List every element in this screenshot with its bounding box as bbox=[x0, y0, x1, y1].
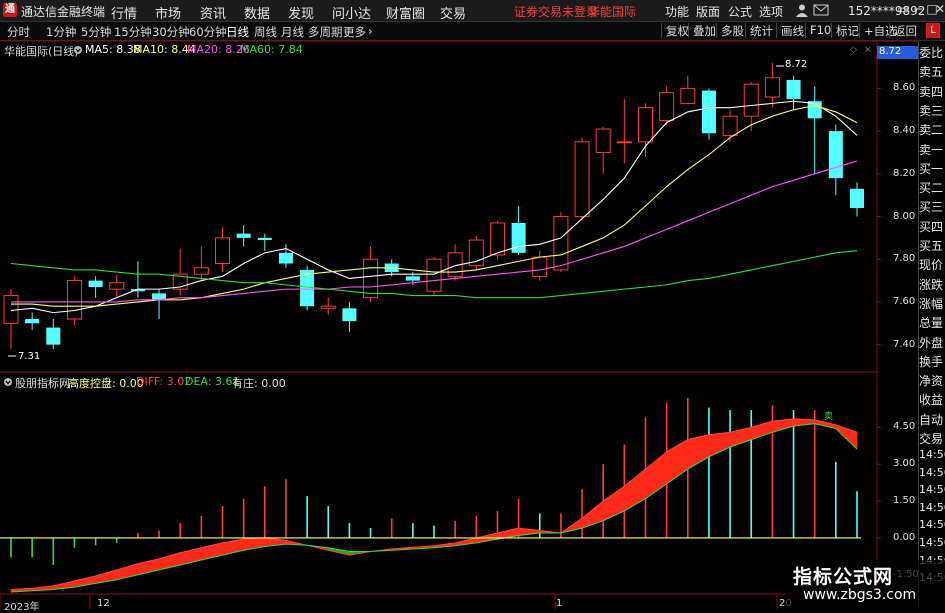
indicator-axis-label: 3.00 bbox=[893, 458, 916, 470]
right-panel-item[interactable]: 涨跌 bbox=[919, 276, 945, 293]
right-panel-item[interactable]: 14:56 bbox=[919, 466, 945, 479]
candle-body bbox=[278, 252, 293, 264]
indicator-axis-label: 1.50 bbox=[893, 495, 916, 507]
right-panel-item[interactable]: 卖五 bbox=[919, 63, 945, 80]
candle-body bbox=[109, 282, 125, 290]
right-panel-item[interactable]: 净资 bbox=[919, 372, 945, 389]
right-panel-item[interactable]: 总量 bbox=[919, 314, 945, 331]
price-axis-label: 7.60 bbox=[893, 295, 916, 307]
price-axis-label: 8.20 bbox=[893, 167, 916, 179]
price-axis-label: 8.60 bbox=[893, 82, 916, 94]
price-axis-label: 7.40 bbox=[893, 338, 916, 350]
indicator-chart bbox=[0, 397, 861, 593]
candle-body bbox=[25, 319, 40, 324]
price-axis-label: 7.80 bbox=[893, 253, 916, 265]
sell-signal-label: 卖 bbox=[824, 412, 834, 422]
candle-body bbox=[88, 280, 103, 287]
candle-body bbox=[215, 237, 230, 265]
candle-body bbox=[193, 267, 209, 275]
watermark-title: 指标公式网 bbox=[793, 566, 894, 588]
candle-body bbox=[764, 77, 780, 98]
date-label-jan: 1 bbox=[556, 598, 563, 609]
right-panel-item[interactable]: 自动 bbox=[919, 411, 945, 428]
date-label-dec: 12 bbox=[97, 598, 110, 609]
candle-body bbox=[257, 237, 272, 241]
candle-body bbox=[850, 188, 864, 208]
right-panel-item[interactable]: 收益 bbox=[919, 391, 945, 408]
candle-body bbox=[828, 131, 843, 179]
candle-body bbox=[553, 216, 569, 271]
chart-canvas[interactable]: ◇ × bbox=[0, 0, 945, 609]
pane-close-icon: × bbox=[864, 45, 872, 55]
candle-body bbox=[722, 115, 738, 136]
candle-body bbox=[532, 256, 548, 277]
candle-body bbox=[659, 92, 675, 121]
macd-ribbon-segment bbox=[687, 434, 710, 470]
candle-body bbox=[743, 83, 759, 117]
right-panel-item[interactable]: 买四 bbox=[919, 218, 945, 235]
candle-body bbox=[3, 295, 19, 324]
right-panel-item[interactable]: 买五 bbox=[919, 237, 945, 254]
candle-body bbox=[786, 79, 801, 100]
price-axis-label: 8.40 bbox=[893, 125, 916, 137]
candle-body bbox=[363, 258, 379, 299]
date-label-2023: 2023年 bbox=[4, 602, 40, 613]
right-panel-item[interactable]: 委比 bbox=[919, 44, 945, 61]
right-panel-item[interactable]: 14:56 bbox=[919, 483, 945, 496]
current-price-tag: 8.72 bbox=[877, 46, 919, 59]
candle-body bbox=[701, 90, 716, 134]
candle-body bbox=[342, 308, 357, 322]
right-panel-item[interactable]: 涨幅 bbox=[919, 295, 945, 312]
right-panel-item[interactable]: 买一 bbox=[919, 160, 945, 177]
right-panel-item[interactable]: 14:56 bbox=[919, 448, 945, 461]
indicator-axis-label: 4.50 bbox=[893, 421, 916, 433]
candle-body bbox=[236, 233, 251, 238]
candle-body bbox=[489, 222, 505, 256]
watermark: 指标公式网 www.zbgs3.com bbox=[785, 560, 945, 609]
diamond-icon: ◇ bbox=[850, 45, 857, 55]
candle-body bbox=[680, 87, 696, 104]
high-price-label: 8.72 bbox=[785, 59, 808, 70]
right-panel-item[interactable]: 现价 bbox=[919, 256, 945, 273]
right-panel-item[interactable]: 卖三 bbox=[919, 102, 945, 119]
right-panel-item[interactable]: 14:56 bbox=[919, 518, 945, 531]
price-chart bbox=[3, 62, 864, 357]
candle-body bbox=[638, 107, 653, 143]
right-panel-item[interactable]: 卖一 bbox=[919, 141, 945, 158]
macd-ribbon-segment bbox=[708, 431, 731, 458]
candle-body bbox=[405, 276, 420, 281]
price-axis-label: 8.00 bbox=[893, 210, 916, 222]
candle-body bbox=[426, 258, 442, 292]
right-panel-item[interactable]: 14:56 bbox=[919, 536, 945, 549]
candle-body bbox=[46, 327, 61, 345]
candle-body bbox=[574, 141, 590, 218]
indicator-axis-label: 0.00 bbox=[893, 531, 916, 543]
right-panel-item[interactable]: 卖四 bbox=[919, 83, 945, 100]
right-panel-item[interactable]: 买二 bbox=[919, 179, 945, 196]
right-panel-item[interactable]: 换手 bbox=[919, 353, 945, 370]
right-panel-item[interactable]: 交易 bbox=[919, 430, 945, 447]
candle-body bbox=[66, 280, 82, 320]
watermark-url: www.zbgs3.com bbox=[803, 587, 917, 603]
low-price-label: 7.31 bbox=[18, 351, 41, 362]
candle-body bbox=[595, 128, 611, 153]
candle-body bbox=[616, 141, 632, 144]
right-panel-item[interactable]: 买三 bbox=[919, 198, 945, 215]
candle-body bbox=[320, 305, 336, 309]
right-panel-item[interactable]: 14:56 bbox=[919, 501, 945, 514]
right-panel-item[interactable]: 卖二 bbox=[919, 121, 945, 138]
right-panel-item[interactable]: 外盘 bbox=[919, 334, 945, 351]
